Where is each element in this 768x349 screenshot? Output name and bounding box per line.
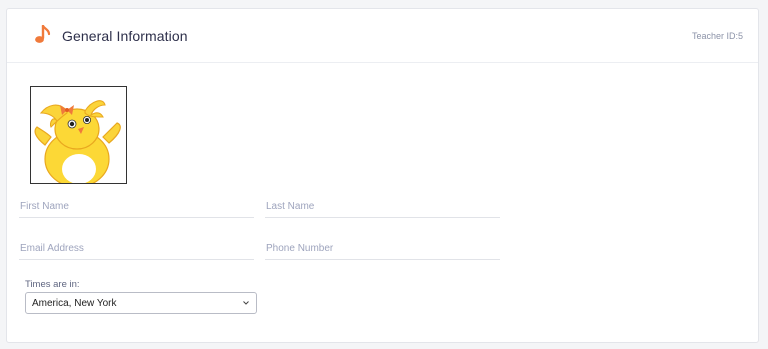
general-information-card: General Information Teacher ID:5 First N… <box>6 8 759 343</box>
first-name-field[interactable] <box>19 196 254 218</box>
music-note-icon <box>35 25 51 43</box>
card-header: General Information Teacher ID:5 <box>7 9 758 63</box>
timezone-label: Times are in: <box>25 279 80 290</box>
phone-field[interactable] <box>265 238 500 260</box>
teacher-id-label: Teacher ID:5 <box>691 31 743 41</box>
last-name-field[interactable] <box>265 196 500 218</box>
phone-input[interactable] <box>265 238 500 259</box>
first-name-input[interactable] <box>19 196 254 217</box>
chevron-down-icon <box>243 301 249 305</box>
timezone-value: America, New York <box>32 298 117 309</box>
email-input[interactable] <box>19 238 254 259</box>
chick-avatar-icon <box>34 100 121 183</box>
avatar[interactable] <box>30 86 127 184</box>
last-name-input[interactable] <box>265 196 500 217</box>
timezone-select[interactable]: America, New York <box>25 292 257 314</box>
email-field[interactable] <box>19 238 254 260</box>
page-title: General Information <box>62 28 188 44</box>
